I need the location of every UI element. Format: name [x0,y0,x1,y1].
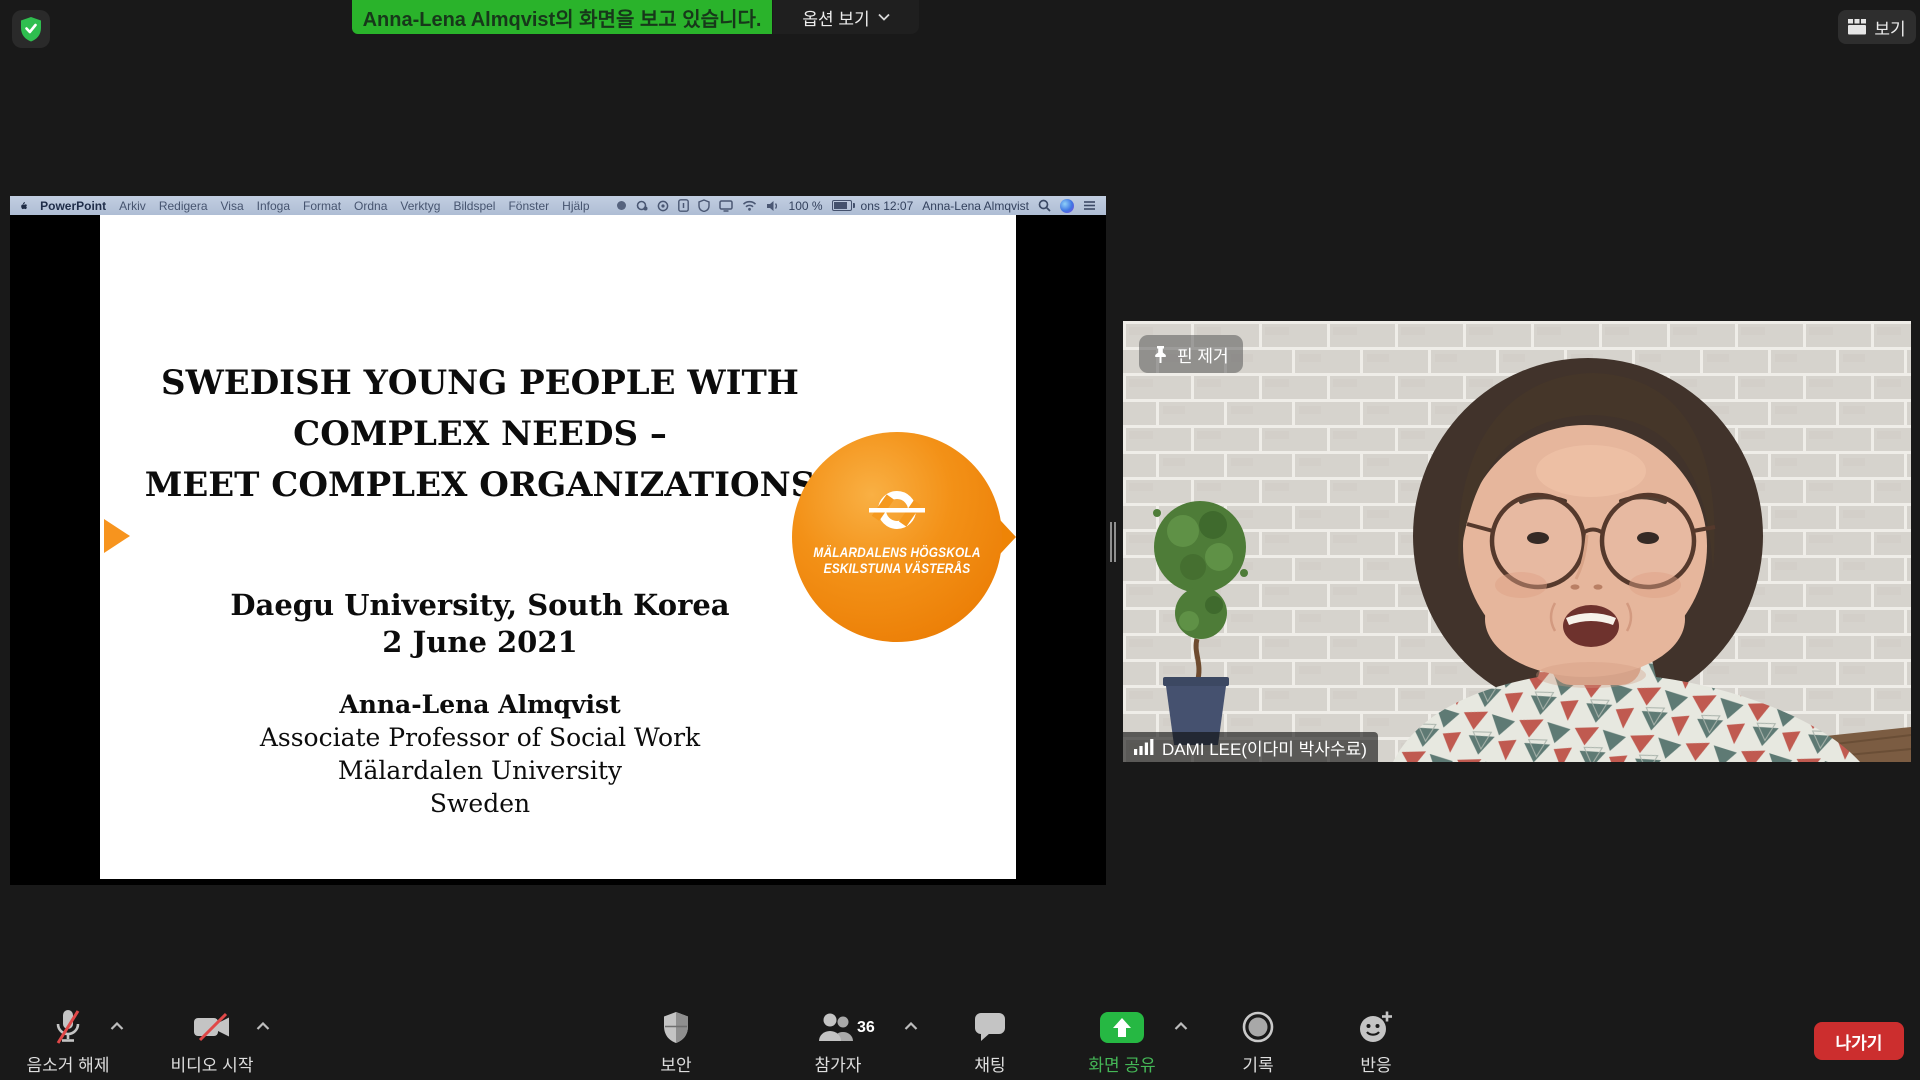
menu-hjalp: Hjälp [562,199,589,213]
security-shield-icon [662,1011,690,1044]
pin-icon [1153,345,1168,364]
status-dot-icon [616,200,627,211]
reactions-label: 반응 [1360,1051,1391,1076]
video-scene [1123,321,1911,762]
share-screen-icon [1100,1012,1144,1043]
chat-button[interactable]: 채팅 [930,1006,1050,1076]
unmute-button[interactable]: 음소거 해제 [8,1006,128,1076]
panel-resize-handle[interactable] [1110,522,1118,562]
banner-text: Anna-Lena Almqvist의 화면을 보고 있습니다. [363,3,762,32]
presentation-slide: SWEDISH YOUNG PEOPLE WITH COMPLEX NEEDS … [100,215,1016,879]
volume-icon [766,200,780,212]
slide-author-block: Anna-Lena Almqvist Associate Professor o… [120,688,840,820]
slide-title: SWEDISH YOUNG PEOPLE WITH COMPLEX NEEDS … [120,358,840,511]
slide-venue-line2: 2 June 2021 [120,624,840,661]
record-button[interactable]: 기록 [1198,1006,1318,1076]
wifi-icon [742,200,757,211]
control-center-icon [1083,200,1096,211]
battery-percent: 100 % [789,199,823,213]
record-icon [1241,1010,1275,1044]
menu-ordna: Ordna [354,199,387,213]
menu-redigera: Redigera [159,199,208,213]
start-video-button[interactable]: 비디오 시작 [152,1006,272,1076]
view-options-dropdown[interactable]: 옵션 보기 [773,0,919,34]
chat-bubble-icon [974,1012,1006,1042]
battery-icon [832,200,852,211]
participant-name: DAMI LEE(이다미 박사수료) [1162,735,1367,760]
university-logo: MÄLARDALENS HÖGSKOLA ESKILSTUNA VÄSTERÅS [792,432,1016,642]
viewing-screen-banner: Anna-Lena Almqvist의 화면을 보고 있습니다. [352,0,772,34]
menu-fonster: Fönster [508,199,549,213]
share-screen-label: 화면 공유 [1088,1051,1155,1076]
menu-clock: ons 12:07 [861,199,914,213]
slide-arrow-bullet [104,519,130,553]
menu-format: Format [303,199,341,213]
participants-button[interactable]: 참가자 36 [778,1006,898,1076]
remove-pin-button[interactable]: 핀 제거 [1139,335,1243,373]
slide-author-name: Anna-Lena Almqvist [120,688,840,721]
shared-screen-region: PowerPoint Arkiv Redigera Visa Infoga Fo… [10,196,1106,885]
start-video-label: 비디오 시작 [171,1051,254,1076]
status-camera-icon [636,200,648,211]
slide-title-line3: MEET COMPLEX ORGANIZATIONS [120,460,840,511]
participants-count: 36 [857,1019,875,1037]
video-options-caret[interactable] [256,1022,270,1031]
audio-level-icon [1134,739,1154,755]
meeting-toolbar: 음소거 해제 비디오 시작 보안 [0,1000,1920,1080]
menu-visa: Visa [221,199,244,213]
slide-venue-line1: Daegu University, South Korea [120,587,840,624]
participants-label: 참가자 [815,1051,862,1076]
menu-user-name: Anna-Lena Almqvist [922,199,1029,213]
participants-icon [818,1013,858,1041]
view-options-label: 옵션 보기 [802,5,869,30]
logo-mark-icon [864,488,930,536]
security-label: 보안 [660,1051,691,1076]
apple-logo-icon [20,199,27,213]
slide-title-line2: COMPLEX NEEDS – [120,409,840,460]
mac-menu-bar: PowerPoint Arkiv Redigera Visa Infoga Fo… [10,196,1106,215]
security-status-button[interactable] [12,10,50,48]
menu-arkiv: Arkiv [119,199,146,213]
status-display-icon [719,200,733,212]
unmute-options-caret[interactable] [110,1022,124,1031]
layout-grid-icon [1848,19,1867,35]
chevron-down-icon [878,13,890,21]
microphone-muted-icon [54,1009,82,1045]
logo-text-line2: ESKILSTUNA VÄSTERÅS [805,561,990,577]
reactions-button[interactable]: 반응 [1316,1006,1436,1076]
menu-app-name: PowerPoint [40,199,106,213]
shield-check-icon [19,16,43,42]
search-icon [1038,199,1051,212]
security-button[interactable]: 보안 [616,1006,736,1076]
camera-off-icon [192,1012,232,1042]
participant-name-tag: DAMI LEE(이다미 박사수료) [1123,732,1378,762]
unmute-label: 음소거 해제 [27,1051,110,1076]
view-button-label: 보기 [1874,15,1905,40]
reactions-smiley-icon [1358,1010,1394,1044]
logo-text-line1: MÄLARDALENS HÖGSKOLA [805,545,990,561]
participant-video-tile[interactable]: 핀 제거 DAMI LEE(이다미 박사수료) [1123,321,1911,762]
status-at-icon [657,200,669,212]
logo-text: MÄLARDALENS HÖGSKOLA ESKILSTUNA VÄSTERÅS [792,545,1002,577]
menu-bildspel: Bildspel [453,199,495,213]
chat-label: 채팅 [974,1051,1005,1076]
status-badge-icon [698,199,710,212]
remove-pin-label: 핀 제거 [1177,342,1229,367]
slide-author-country: Sweden [120,787,840,820]
menu-infoga: Infoga [257,199,290,213]
menu-verktyg: Verktyg [400,199,440,213]
logo-bubble-shape [792,432,1016,642]
status-info-icon [678,199,689,212]
share-options-caret[interactable] [1174,1022,1188,1031]
slide-venue: Daegu University, South Korea 2 June 202… [120,587,840,661]
record-label: 기록 [1242,1051,1273,1076]
slide-title-line1: SWEDISH YOUNG PEOPLE WITH [120,358,840,409]
participants-options-caret[interactable] [904,1022,918,1031]
slide-author-university: Mälardalen University [120,754,840,787]
leave-meeting-button[interactable]: 나가기 [1814,1022,1904,1060]
view-layout-button[interactable]: 보기 [1838,10,1916,44]
share-screen-button[interactable]: 화면 공유 [1062,1006,1182,1076]
slide-author-title: Associate Professor of Social Work [120,721,840,754]
siri-icon [1060,199,1074,213]
